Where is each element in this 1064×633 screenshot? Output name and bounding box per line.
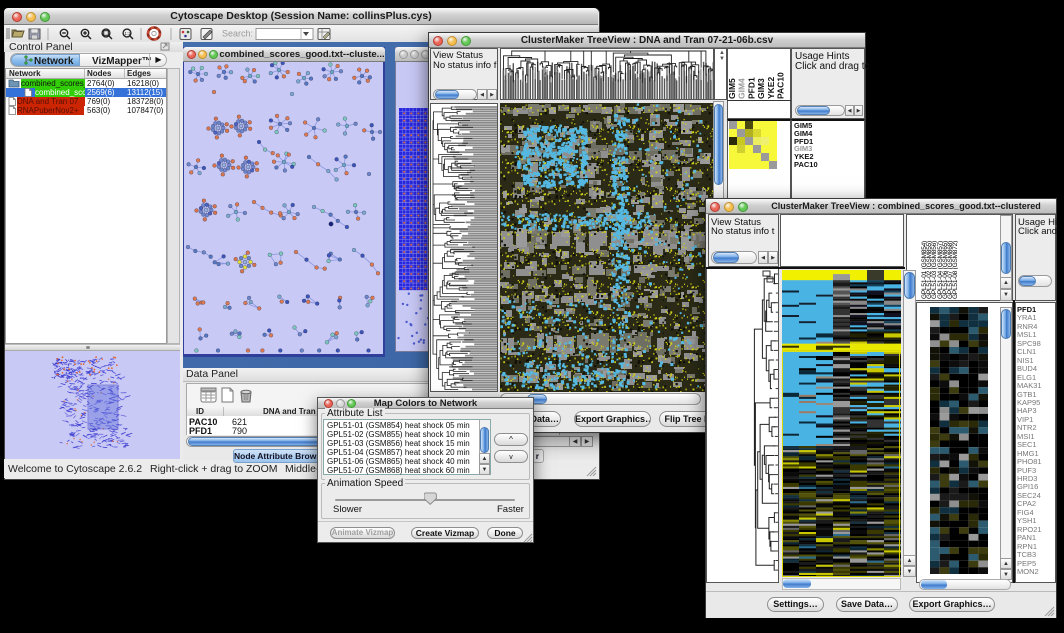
svg-text:GIM4: GIM4	[737, 78, 747, 99]
svg-text:YKE2: YKE2	[766, 77, 776, 99]
svg-text:GIM3: GIM3	[756, 78, 766, 99]
svg-text:Search:: Search:	[222, 29, 253, 39]
svg-text:PAC10: PAC10	[776, 72, 786, 99]
svg-text:PFD1: PFD1	[746, 77, 756, 99]
svg-text:GIM5: GIM5	[727, 78, 737, 99]
svg-text:1:1: 1:1	[125, 31, 131, 36]
